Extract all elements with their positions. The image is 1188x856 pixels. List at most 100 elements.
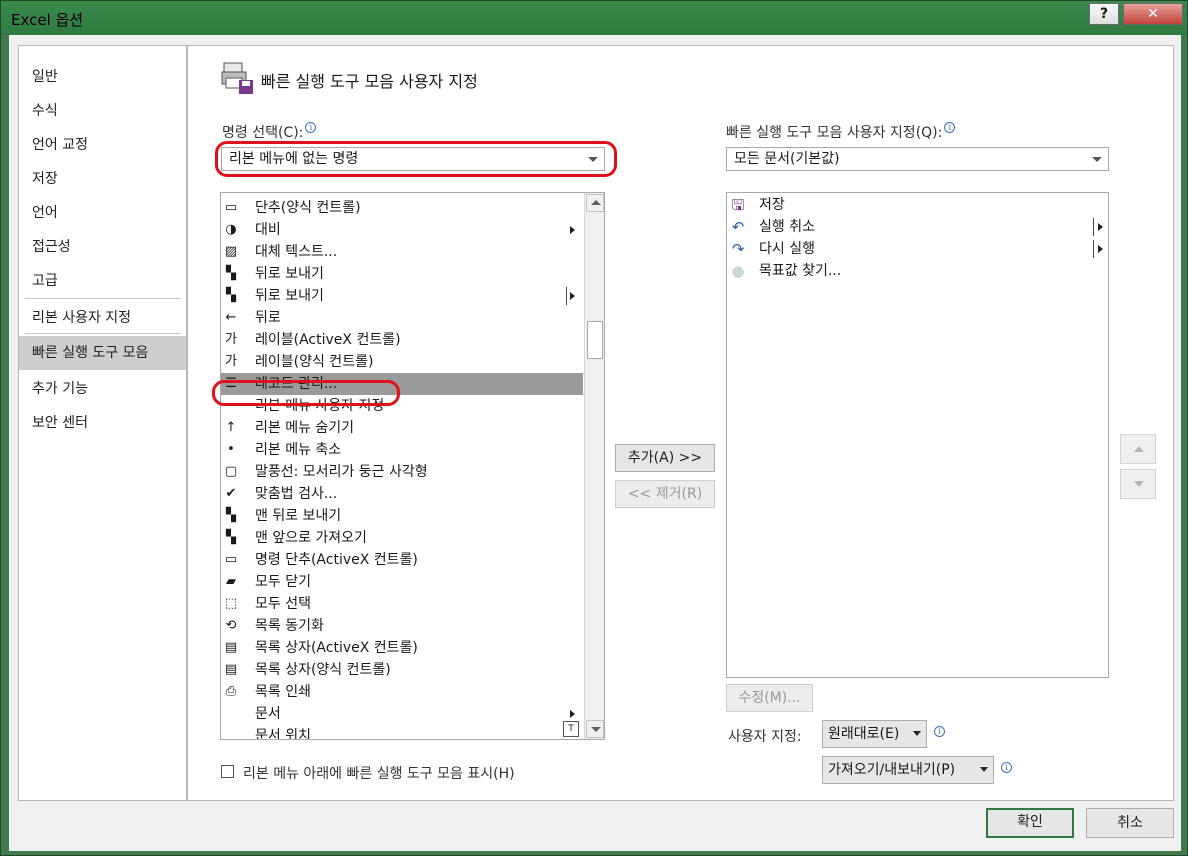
list-item-label: 다시 실행	[759, 241, 815, 257]
qat-scope-value: 모든 문서(기본값)	[734, 151, 840, 167]
info-icon[interactable]: i	[1001, 762, 1012, 773]
list-item-label: 리본 메뉴 축소	[255, 442, 342, 458]
list-item[interactable]: ✔ 맞춤법 검사...	[221, 483, 583, 505]
list-item[interactable]: ↷ 다시 실행	[727, 238, 1108, 260]
alt-text-icon: ▨	[224, 244, 238, 259]
list-item[interactable]: ▚ 뒤로 보내기	[221, 285, 583, 307]
blank-icon	[223, 398, 239, 414]
list-item[interactable]: ▤ 목록 상자(양식 컨트롤)	[221, 659, 583, 681]
chevron-right-icon	[570, 710, 575, 718]
list-item-label: 목표값 찾기...	[759, 263, 842, 279]
scroll-thumb[interactable]	[587, 321, 603, 359]
scroll-down-button[interactable]	[586, 720, 604, 738]
list-item[interactable]: 문서 위치	[221, 725, 583, 739]
sidebar-item[interactable]: 일반	[19, 60, 186, 94]
commands-list[interactable]: 문서 위치 문서 ⎙ 목록 인쇄 ▤ 목록 상자(양식 컨트롤) ▤ 목록 상자(Active…	[220, 192, 605, 740]
command-button-icon: ▭	[224, 552, 238, 567]
sidebar-item[interactable]: 추가 기능	[19, 372, 186, 406]
import-export-dropdown[interactable]: 가져오기/내보내기(P)	[822, 756, 994, 784]
close-button[interactable]: ✕	[1123, 3, 1183, 25]
sidebar-item[interactable]: 수식	[19, 94, 186, 128]
list-item[interactable]: ▚ 맨 앞으로 가져오기	[221, 527, 583, 549]
arrow-up-icon	[1134, 446, 1144, 452]
list-item[interactable]: ↑ 리본 메뉴 숨기기	[221, 417, 583, 439]
redo-icon: ↷	[731, 240, 745, 258]
list-item[interactable]: ◑ 대비	[221, 219, 583, 241]
sidebar-item[interactable]: 보안 센터	[19, 406, 186, 440]
contrast-icon: ◑	[225, 222, 237, 237]
ok-button[interactable]: 확인	[986, 808, 1074, 838]
sidebar-item[interactable]: 고급	[19, 264, 186, 298]
commands-label: 명령 선택(C): i	[222, 122, 317, 142]
sync-list-icon: ⟲	[225, 618, 237, 633]
list-item[interactable]: ⎙ 목록 인쇄	[221, 681, 583, 703]
list-item-label: 맨 뒤로 보내기	[255, 508, 342, 524]
list-item[interactable]: ⟲ 목록 동기화	[221, 615, 583, 637]
modify-button[interactable]: 수정(M)...	[726, 684, 813, 712]
sidebar-item[interactable]: 언어	[19, 196, 186, 230]
sidebar-item[interactable]: 저장	[19, 162, 186, 196]
info-icon[interactable]: i	[934, 726, 945, 737]
submenu-divider	[566, 287, 567, 305]
sidebar-item[interactable]: 접근성	[19, 230, 186, 264]
commands-label-text: 명령 선택(C):	[222, 125, 304, 141]
list-item[interactable]: 문서	[221, 703, 583, 725]
list-item-label: 레이블(ActiveX 컨트롤)	[255, 332, 401, 348]
qat-label: 빠른 실행 도구 모음 사용자 지정(Q): i	[726, 122, 956, 142]
info-icon[interactable]: i	[305, 122, 317, 133]
list-item[interactable]: ▨ 대체 텍스트...	[221, 241, 583, 263]
chevron-up-icon	[591, 200, 601, 205]
scroll-up-button[interactable]	[586, 194, 604, 212]
list-item[interactable]: 가 레이블(양식 컨트롤)	[221, 351, 583, 373]
list-item-label: 모두 닫기	[255, 574, 311, 590]
commands-scrollbar[interactable]	[584, 193, 604, 739]
list-item[interactable]: ↶ 실행 취소	[727, 216, 1108, 238]
list-item[interactable]: 🖫 저장	[727, 194, 1108, 216]
list-item[interactable]: ⬚ 모두 선택	[221, 593, 583, 615]
list-item[interactable]: ▰ 모두 닫기	[221, 571, 583, 593]
list-item-label: 뒤로	[255, 310, 281, 326]
qat-commands-list[interactable]: 🖫 저장 ↶ 실행 취소 ↷ 다시 실행 ● 목표값 찾기...	[726, 192, 1109, 678]
info-icon[interactable]: i	[944, 122, 956, 133]
chevron-right-icon	[570, 226, 575, 234]
list-item[interactable]: ☰ 레코드 관리...	[221, 373, 583, 395]
commands-dropdown[interactable]: 리본 메뉴에 없는 명령	[221, 147, 605, 171]
list-item[interactable]: ▭ 단추(양식 컨트롤)	[221, 197, 583, 219]
qat-scope-dropdown[interactable]: 모든 문서(기본값)	[726, 147, 1109, 171]
list-item[interactable]: 리본 메뉴 사용자 지정	[221, 395, 583, 417]
list-item-label: 대체 텍스트...	[255, 244, 338, 260]
add-button[interactable]: 추가(A) >>	[615, 444, 715, 472]
title-bar[interactable]: Excel 옵션 ? ✕	[1, 1, 1187, 35]
sidebar-item[interactable]: 리본 사용자 지정	[19, 301, 186, 335]
bring-to-front-icon: ▚	[226, 530, 236, 545]
list-item[interactable]: ▭ 명령 단추(ActiveX 컨트롤)	[221, 549, 583, 571]
remove-button[interactable]: << 제거(R)	[615, 480, 715, 508]
blank-icon	[223, 728, 239, 739]
list-item-label: 뒤로 보내기	[255, 266, 324, 282]
list-box-form-icon: ▤	[224, 662, 238, 677]
move-up-button[interactable]	[1120, 434, 1156, 464]
sidebar-item[interactable]: 언어 교정	[19, 128, 186, 162]
list-item-label: 명령 단추(ActiveX 컨트롤)	[255, 552, 418, 568]
sidebar-item[interactable]: 빠른 실행 도구 모음	[19, 336, 186, 370]
list-item[interactable]: ▚ 뒤로 보내기	[221, 263, 583, 285]
list-item[interactable]: ▢ 말풍선: 모서리가 둥근 사각형	[221, 461, 583, 483]
sidebar-nav: 일반 수식 언어 교정 저장 언어 접근성 고급 리본 사용자 지정 빠른 실행 도구 모음 추가…	[18, 45, 187, 801]
filter-icon[interactable]: T	[563, 721, 579, 737]
back-arrow-icon: ←	[225, 310, 237, 325]
list-item[interactable]: 가 레이블(ActiveX 컨트롤)	[221, 329, 583, 351]
list-item[interactable]: ● 목표값 찾기...	[727, 260, 1108, 282]
list-item[interactable]: ← 뒤로	[221, 307, 583, 329]
list-item[interactable]: • 리본 메뉴 축소	[221, 439, 583, 461]
cancel-button[interactable]: 취소	[1086, 808, 1174, 838]
show-below-ribbon-checkbox[interactable]	[221, 765, 234, 778]
list-item-label: 맞춤법 검사...	[255, 486, 338, 502]
help-button[interactable]: ?	[1089, 3, 1119, 25]
goal-seek-icon: ●	[731, 262, 745, 280]
list-item[interactable]: ▤ 목록 상자(ActiveX 컨트롤)	[221, 637, 583, 659]
sidebar-divider	[25, 333, 181, 334]
reset-dropdown[interactable]: 원래대로(E)	[822, 720, 927, 748]
list-item-label: 실행 취소	[759, 219, 815, 235]
list-item[interactable]: ▚ 맨 뒤로 보내기	[221, 505, 583, 527]
move-down-button[interactable]	[1120, 469, 1156, 499]
